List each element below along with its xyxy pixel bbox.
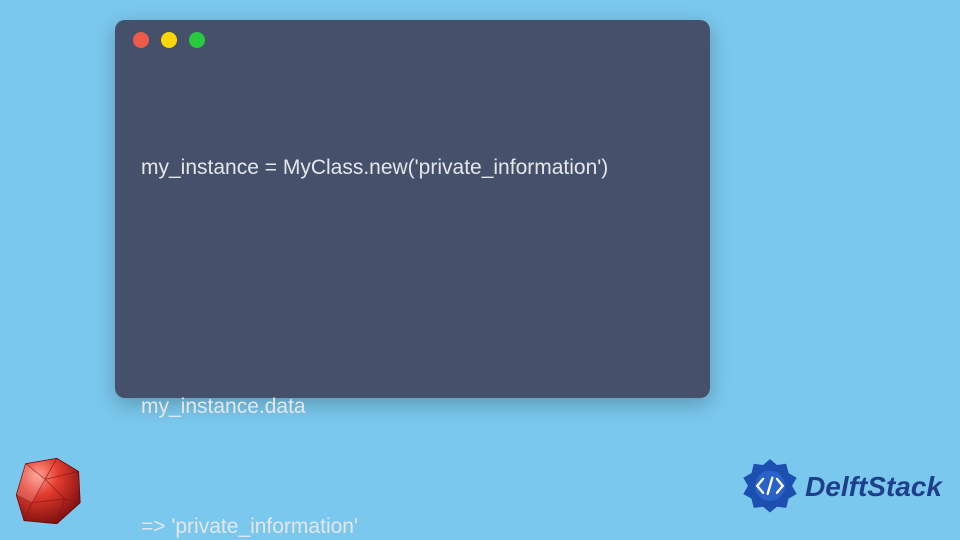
- code-window: my_instance = MyClass.new('private_infor…: [115, 20, 710, 398]
- window-titlebar: [115, 20, 710, 60]
- code-line: => 'private_information': [141, 507, 684, 540]
- code-line: my_instance = MyClass.new('private_infor…: [141, 148, 684, 188]
- maximize-icon: [189, 32, 205, 48]
- delftstack-logo: DelftStack: [741, 458, 942, 516]
- minimize-icon: [161, 32, 177, 48]
- brand-name: DelftStack: [805, 471, 942, 503]
- close-icon: [133, 32, 149, 48]
- ruby-logo-icon: [10, 452, 88, 530]
- delftstack-badge-icon: [741, 458, 799, 516]
- code-line: [141, 267, 684, 307]
- code-line: my_instance.data: [141, 387, 684, 427]
- code-body: my_instance = MyClass.new('private_infor…: [115, 60, 710, 540]
